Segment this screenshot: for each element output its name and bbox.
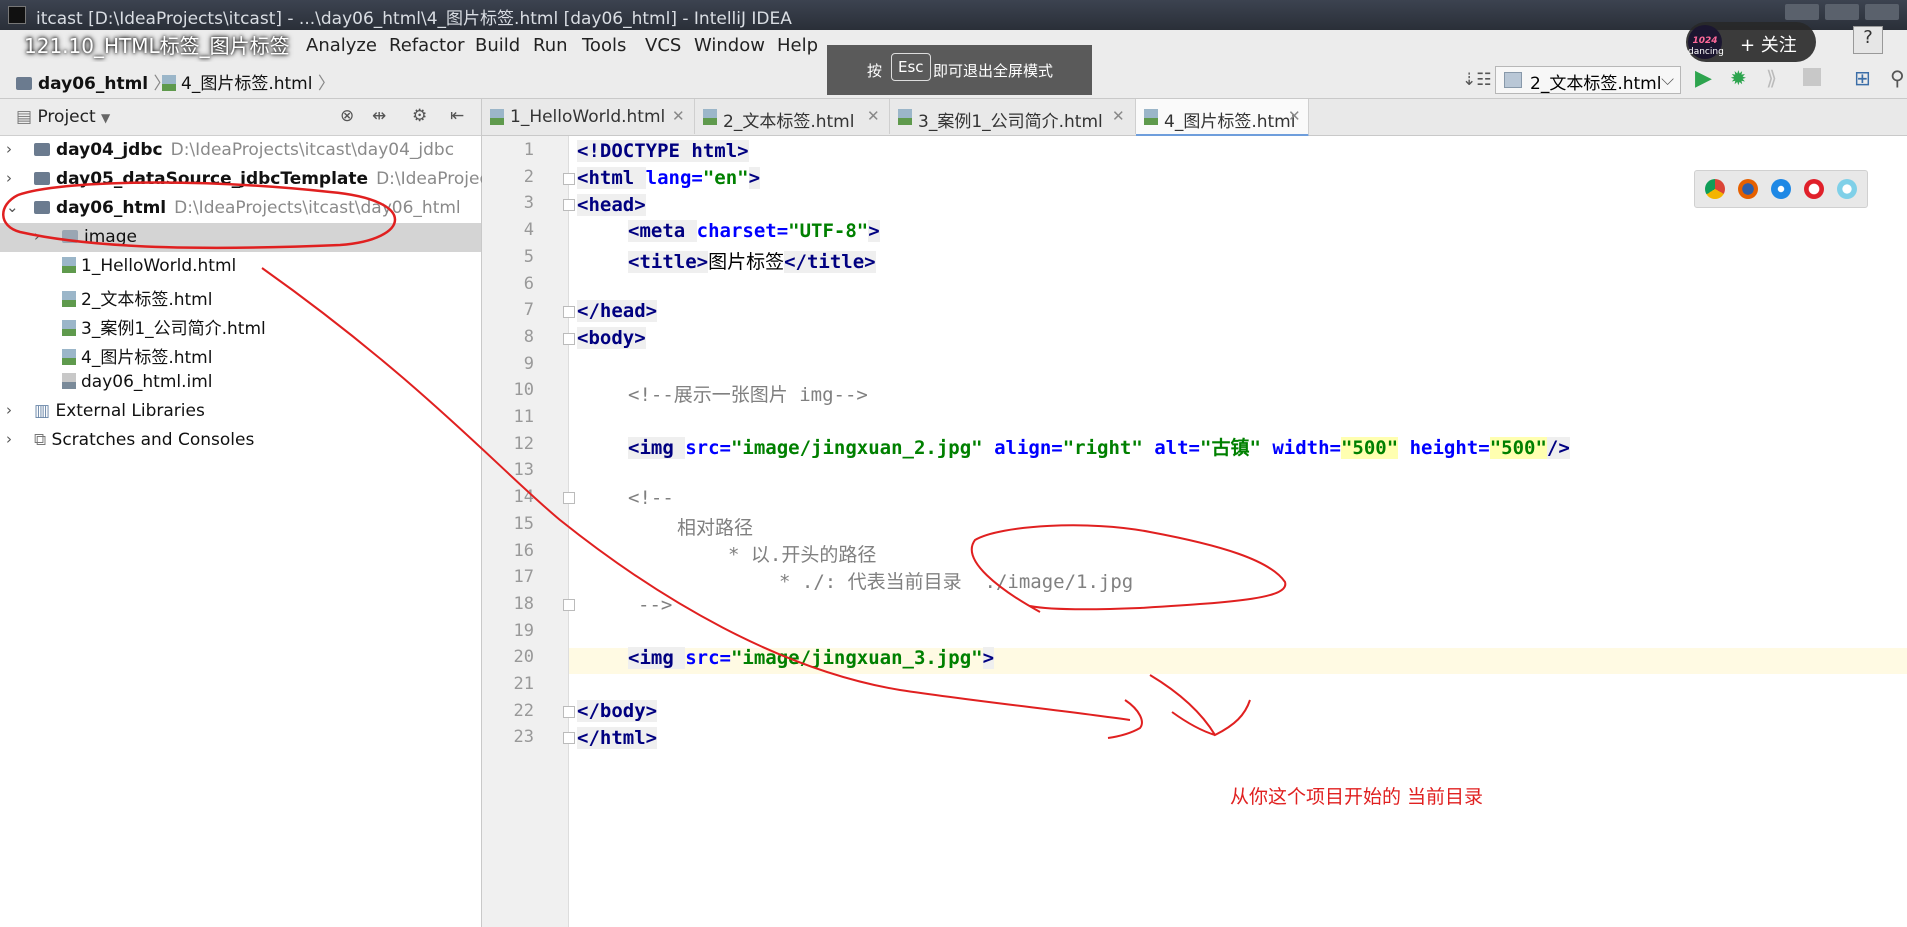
red-ink-annotations: [2, 181, 1287, 739]
